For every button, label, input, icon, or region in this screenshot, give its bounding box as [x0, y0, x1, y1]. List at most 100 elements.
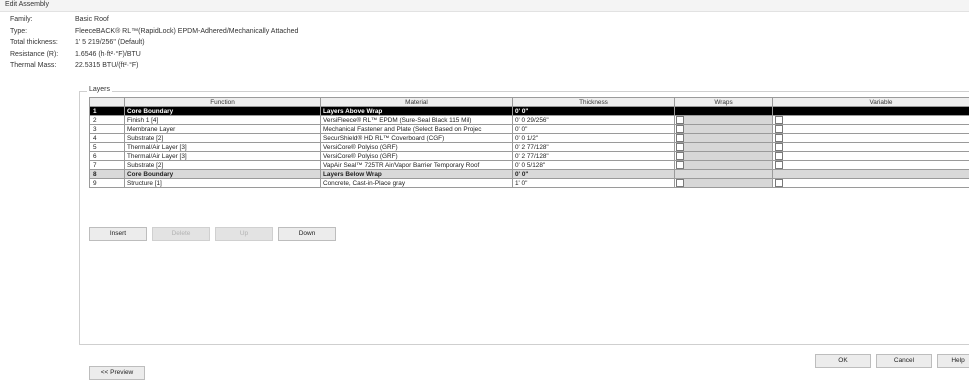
table-row[interactable]: 6 Thermal/Air Layer [3] VersiCore® Polyiso… — [89, 151, 969, 161]
prop-value: Basic Roof — [75, 16, 109, 23]
wraps-checkbox[interactable] — [676, 116, 684, 124]
column-header-function: Function — [124, 97, 321, 107]
layer-function-cell[interactable]: Structure [1] — [124, 178, 321, 188]
layer-variable-cell[interactable] — [772, 151, 969, 161]
prop-family: Family: Basic Roof — [10, 14, 298, 26]
down-button[interactable]: Down — [278, 227, 336, 241]
variable-checkbox[interactable] — [775, 116, 783, 124]
table-row[interactable]: 1 Core Boundary Layers Above Wrap 0' 0" — [89, 106, 969, 116]
table-row[interactable]: 3 Membrane Layer Mechanical Fastener and P… — [89, 124, 969, 134]
ok-button[interactable]: OK — [815, 354, 871, 368]
variable-checkbox[interactable] — [775, 179, 783, 187]
layer-material-cell[interactable]: Concrete, Cast-in-Place gray — [320, 178, 513, 188]
layer-function-cell[interactable]: Substrate [2] — [124, 160, 321, 170]
table-row[interactable]: 9 Structure [1] Concrete, Cast-in-Place gr… — [89, 178, 969, 188]
layer-function-cell[interactable]: Thermal/Air Layer [3] — [124, 142, 321, 152]
variable-checkbox[interactable] — [775, 134, 783, 142]
layer-function-cell[interactable]: Substrate [2] — [124, 133, 321, 143]
preview-button[interactable]: << Preview — [89, 366, 145, 380]
layer-number-cell[interactable]: 1 — [89, 106, 125, 116]
layer-variable-cell[interactable] — [772, 169, 969, 179]
layer-function-cell[interactable]: Thermal/Air Layer [3] — [124, 151, 321, 161]
layer-variable-cell[interactable] — [772, 142, 969, 152]
layer-number-cell[interactable]: 3 — [89, 124, 125, 134]
column-header-material: Material — [320, 97, 513, 107]
layer-material-cell[interactable]: SecurShield® HD RL™ Coverboard (CGF) — [320, 133, 513, 143]
prop-resistance: Resistance (R): 1.6546 (h·ft²·°F)/BTU — [10, 49, 298, 61]
window-titlebar: Edit Assembly — [0, 0, 969, 12]
wraps-disabled-area — [683, 179, 772, 187]
table-row[interactable]: 4 Substrate [2] SecurShield® HD RL™ Coverb… — [89, 133, 969, 143]
layer-variable-cell[interactable] — [772, 115, 969, 125]
prop-value: FleeceBACK® RL™(RapidLock) EPDM-Adhered/… — [75, 27, 299, 35]
layer-wraps-cell[interactable] — [674, 169, 773, 179]
table-row[interactable]: 8 Core Boundary Layers Below Wrap 0' 0" — [89, 169, 969, 179]
help-button[interactable]: Help — [937, 354, 969, 368]
wraps-checkbox[interactable] — [676, 134, 684, 142]
layer-thickness-cell[interactable]: 0' 2 77/128" — [512, 142, 675, 152]
layer-wraps-cell[interactable] — [674, 160, 773, 170]
layer-wraps-cell[interactable] — [674, 151, 773, 161]
layer-function-cell[interactable]: Core Boundary — [124, 106, 321, 116]
layer-material-cell[interactable]: VapAir Seal™ 725TR Air/Vapor Barrier Tem… — [320, 160, 513, 170]
layer-wraps-cell[interactable] — [674, 178, 773, 188]
layer-wraps-cell[interactable] — [674, 133, 773, 143]
cancel-button[interactable]: Cancel — [876, 354, 932, 368]
prop-label: Family: — [10, 16, 33, 23]
layer-wraps-cell[interactable] — [674, 115, 773, 125]
layer-wraps-cell[interactable] — [674, 142, 773, 152]
table-row[interactable]: 5 Thermal/Air Layer [3] VersiCore® Polyiso… — [89, 142, 969, 152]
layer-material-cell[interactable]: VersiCore® Polyiso (GRF) — [320, 142, 513, 152]
layer-thickness-cell[interactable]: 0' 0 1/2" — [512, 133, 675, 143]
layer-wraps-cell[interactable] — [674, 124, 773, 134]
table-row[interactable]: 7 Substrate [2] VapAir Seal™ 725TR Air/Vap… — [89, 160, 969, 170]
layer-thickness-cell[interactable]: 0' 0" — [512, 106, 675, 116]
layer-thickness-cell[interactable]: 0' 0 29/256" — [512, 115, 675, 125]
variable-checkbox[interactable] — [775, 152, 783, 160]
wraps-checkbox[interactable] — [676, 161, 684, 169]
layer-number-cell[interactable]: 8 — [89, 169, 125, 179]
wraps-checkbox[interactable] — [676, 125, 684, 133]
layer-thickness-cell[interactable]: 1' 0" — [512, 178, 675, 188]
variable-checkbox[interactable] — [775, 125, 783, 133]
layer-thickness-cell[interactable]: 0' 0" — [512, 124, 675, 134]
wraps-disabled-area — [683, 116, 772, 124]
delete-button[interactable]: Delete — [152, 227, 210, 241]
layer-material-cell[interactable]: VersiCore® Polyiso (GRF) — [320, 151, 513, 161]
layer-number-cell[interactable]: 7 — [89, 160, 125, 170]
wraps-checkbox[interactable] — [676, 152, 684, 160]
table-row[interactable]: 2 Finish 1 [4] VersiFleece® RL™ EPDM (Sure… — [89, 115, 969, 125]
layer-material-cell[interactable]: Layers Below Wrap — [320, 169, 513, 179]
wraps-checkbox[interactable] — [676, 143, 684, 151]
layer-number-cell[interactable]: 6 — [89, 151, 125, 161]
layer-variable-cell[interactable] — [772, 160, 969, 170]
layer-material-cell[interactable]: VersiFleece® RL™ EPDM (Sure-Seal Black 1… — [320, 115, 513, 125]
layer-thickness-cell[interactable]: 0' 2 77/128" — [512, 151, 675, 161]
layer-wraps-cell[interactable] — [674, 106, 773, 116]
layer-function-cell[interactable]: Membrane Layer — [124, 124, 321, 134]
layer-thickness-cell[interactable]: 0' 0" — [512, 169, 675, 179]
layer-number-cell[interactable]: 9 — [89, 178, 125, 188]
assembly-properties: Family: Basic Roof Type: FleeceBACK® RL™(R… — [10, 14, 298, 72]
wraps-checkbox[interactable] — [676, 179, 684, 187]
layer-variable-cell[interactable] — [772, 124, 969, 134]
layer-variable-cell[interactable] — [772, 133, 969, 143]
column-header-number — [89, 97, 125, 107]
up-button[interactable]: Up — [215, 227, 273, 241]
layer-material-cell[interactable]: Mechanical Fastener and Plate (Select Ba… — [320, 124, 513, 134]
variable-checkbox[interactable] — [775, 161, 783, 169]
layer-material-cell[interactable]: Layers Above Wrap — [320, 106, 513, 116]
layer-number-cell[interactable]: 4 — [89, 133, 125, 143]
wraps-disabled-area — [683, 161, 772, 169]
layer-function-cell[interactable]: Finish 1 [4] — [124, 115, 321, 125]
layer-function-cell[interactable]: Core Boundary — [124, 169, 321, 179]
layer-thickness-cell[interactable]: 0' 0 5/128" — [512, 160, 675, 170]
layer-variable-cell[interactable] — [772, 178, 969, 188]
prop-value: 1' 5 219/256" (Default) — [75, 39, 145, 46]
layer-number-cell[interactable]: 5 — [89, 142, 125, 152]
prop-thermal-mass: Thermal Mass: 22.5315 BTU/(ft²·°F) — [10, 60, 298, 72]
layer-variable-cell[interactable] — [772, 106, 969, 116]
variable-checkbox[interactable] — [775, 143, 783, 151]
insert-button[interactable]: Insert — [89, 227, 147, 241]
layer-number-cell[interactable]: 2 — [89, 115, 125, 125]
